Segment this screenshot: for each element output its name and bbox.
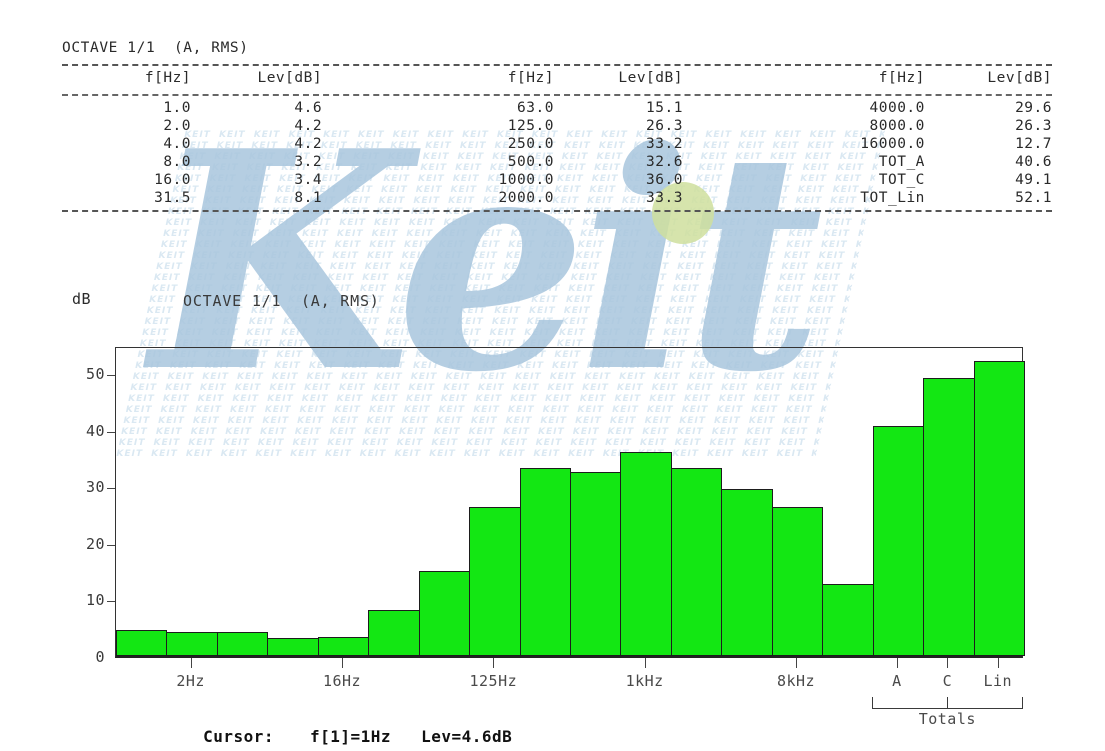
bar xyxy=(368,610,420,656)
y-tick-label: 20 xyxy=(85,534,105,553)
bar xyxy=(872,426,925,656)
x-tick-mark xyxy=(947,658,949,668)
x-tick-mark xyxy=(997,658,999,668)
totals-bracket xyxy=(871,697,1023,709)
x-tick-label: C xyxy=(942,672,953,690)
x-tick-label: 1kHz xyxy=(625,672,664,690)
cursor-level: Lev=4.6dB xyxy=(421,727,513,746)
cursor-frequency: f[1]=1Hz xyxy=(310,727,392,746)
bar xyxy=(923,378,975,656)
bar xyxy=(570,471,622,656)
bar xyxy=(721,488,773,656)
cursor-label: Cursor: xyxy=(203,727,274,746)
y-tick-label: 50 xyxy=(85,365,105,384)
bar-series xyxy=(116,348,1025,656)
octave-bar-chart: dB OCTAVE 1/1 (A, RMS) 0 10 20 30 40 50 2Hz 16… xyxy=(0,0,1105,751)
totals-bracket-divider xyxy=(947,697,949,708)
x-tick-label: 125Hz xyxy=(469,672,518,690)
y-tick-label: 10 xyxy=(85,591,105,610)
chart-title: OCTAVE 1/1 (A, RMS) xyxy=(183,292,380,310)
bar xyxy=(771,507,824,656)
y-tick-label: 30 xyxy=(85,478,105,497)
x-tick-mark xyxy=(796,658,797,668)
y-tick-label: 0 xyxy=(95,648,105,666)
x-tick-mark xyxy=(342,658,343,668)
bar xyxy=(116,630,168,656)
bar xyxy=(822,584,874,656)
x-tick-mark xyxy=(644,658,646,668)
x-tick-mark xyxy=(493,658,495,668)
bar xyxy=(317,636,370,656)
x-tick-mark xyxy=(190,658,192,668)
bar xyxy=(267,637,319,656)
bar xyxy=(216,632,269,656)
x-tick-label: 8kHz xyxy=(776,672,816,690)
x-tick-mark xyxy=(896,658,898,668)
cursor-readout: Cursor: f[1]=1Hz Lev=4.6dB xyxy=(122,708,512,751)
bar xyxy=(519,468,571,656)
x-tick-label: A xyxy=(892,672,902,690)
y-axis-unit-label: dB xyxy=(72,290,92,308)
bar xyxy=(973,361,1025,656)
y-tick-label: 40 xyxy=(85,421,105,440)
plot-frame xyxy=(115,347,1025,658)
x-tick-label: 2Hz xyxy=(176,672,205,690)
bar xyxy=(469,507,521,656)
bar xyxy=(620,452,672,656)
totals-group-label: Totals xyxy=(918,710,976,728)
x-tick-label: Lin xyxy=(983,672,1013,690)
x-tick-label: 16Hz xyxy=(322,672,362,690)
bar xyxy=(166,632,218,656)
bar xyxy=(670,467,723,656)
octave-analysis-screenshot: KEIT KEIT KEIT KEIT KEIT KEIT KEIT KEIT … xyxy=(0,0,1105,751)
bar xyxy=(418,570,471,656)
